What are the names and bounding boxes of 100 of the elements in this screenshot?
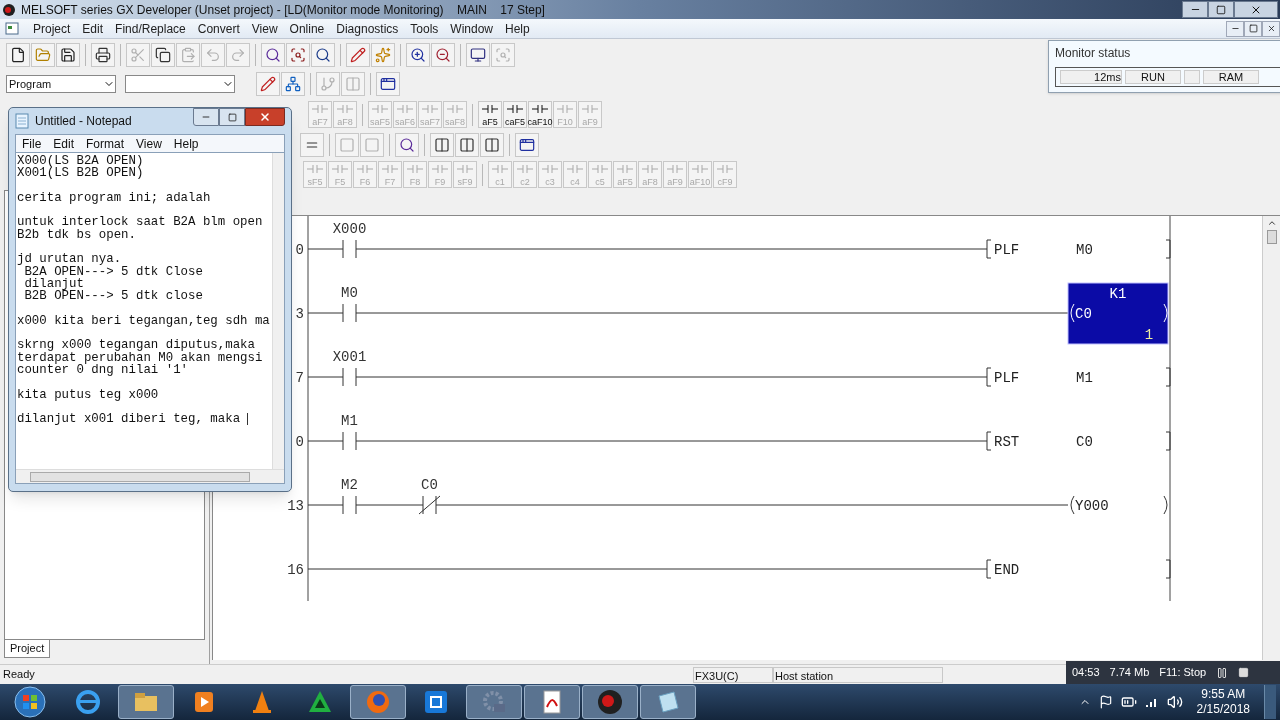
flag-icon[interactable] (1098, 695, 1113, 709)
toolbar-button[interactable] (376, 72, 400, 96)
menu-item[interactable]: Format (80, 134, 131, 153)
minimize-button[interactable] (1182, 1, 1208, 18)
toolbar-button[interactable] (261, 43, 285, 67)
ladder-symbol-icon (397, 104, 413, 114)
toolbar-button[interactable] (431, 43, 455, 67)
close-icon (259, 111, 271, 123)
ladder-symbol-icon (517, 164, 533, 174)
horizontal-scrollbar[interactable] (16, 469, 284, 483)
search-icon (265, 47, 281, 63)
operand-text: C0 (1076, 434, 1093, 450)
contact-label: X001 (332, 349, 367, 365)
ladder-symbol-icon (422, 104, 438, 114)
vertical-scrollbar[interactable] (1262, 216, 1280, 660)
mdi-window-button[interactable] (1262, 20, 1280, 37)
ladder-tool-button[interactable]: caF5 (503, 101, 527, 128)
menu-item[interactable]: Online (283, 19, 331, 38)
restore-button[interactable] (1208, 1, 1234, 18)
ladder-symbol-icon (407, 164, 423, 174)
scroll-thumb[interactable] (30, 471, 250, 482)
toolbar-button[interactable] (395, 132, 419, 157)
taskbar-app-button[interactable] (582, 685, 638, 719)
menu-item[interactable]: Find/Replace (109, 19, 192, 38)
step-number: 13 (287, 498, 304, 514)
instruction-text: PLF (994, 370, 1020, 386)
current-value: 1 (1144, 327, 1154, 343)
toolbar-button[interactable] (6, 43, 30, 67)
ladder-symbol-icon (692, 164, 708, 174)
magnifier-icon (495, 47, 511, 63)
setting-value: K1 (1109, 286, 1127, 302)
start-button[interactable] (14, 686, 46, 718)
menu-item[interactable]: Edit (76, 19, 110, 38)
ladder-symbol-icon (507, 104, 523, 114)
restore-icon (1216, 4, 1226, 15)
clock[interactable]: 9:55 AM 2/15/2018 (1190, 687, 1256, 717)
toolbar-button[interactable] (466, 43, 490, 67)
pencil-icon (350, 47, 366, 63)
step-number: 16 (287, 562, 304, 578)
minimize-button[interactable] (193, 108, 219, 126)
columns-icon (484, 136, 500, 153)
contact-label: M1 (341, 413, 358, 429)
vertical-scrollbar[interactable] (272, 153, 284, 469)
toolbar-button[interactable] (515, 132, 539, 157)
status-text: Ready (2, 667, 36, 683)
menu-item[interactable]: View (245, 19, 284, 38)
menu-item[interactable]: Diagnostics (330, 19, 405, 38)
toolbar-button[interactable] (406, 43, 430, 67)
ladder-symbol-icon (357, 164, 373, 174)
toolbar-button[interactable] (151, 43, 175, 67)
coil-right (1163, 495, 1168, 515)
ladder-symbol-icon (532, 104, 548, 114)
close-button[interactable] (245, 108, 285, 126)
ladder-symbol-icon (592, 164, 608, 174)
ladder-symbol-icon (447, 104, 463, 114)
square-icon (339, 136, 355, 153)
copy-icon (155, 47, 171, 63)
columns-icon (345, 76, 361, 92)
pause-icon[interactable] (1216, 666, 1229, 679)
ladder-tool-button[interactable]: aF5 (478, 101, 502, 128)
menu-item[interactable]: View (130, 134, 168, 153)
file-icon (10, 47, 26, 63)
menu-item[interactable]: Help (167, 134, 205, 153)
project-tab[interactable]: Project (4, 640, 51, 658)
scissors-icon (130, 47, 146, 63)
toolbar-button[interactable] (91, 43, 115, 67)
left-bracket (986, 239, 992, 259)
status-field: RAM (1203, 70, 1259, 84)
dropdown-field[interactable] (125, 75, 235, 93)
battery-icon[interactable] (1120, 694, 1137, 710)
left-bracket (986, 431, 992, 451)
menu-item[interactable]: Convert (191, 19, 246, 38)
zoom-in-icon (410, 47, 426, 63)
toolbar-button[interactable] (56, 43, 80, 67)
app-logo-icon (2, 2, 16, 17)
toolbar-button[interactable] (311, 43, 335, 67)
signal-icon[interactable] (1144, 696, 1159, 708)
status-field: RUN (1125, 70, 1181, 84)
ladder-symbol-icon (457, 164, 473, 174)
undo-icon (205, 47, 221, 63)
coil-right (1163, 303, 1168, 323)
ladder-symbol-icon (482, 104, 498, 114)
stop-icon[interactable] (1238, 667, 1250, 678)
menu-item[interactable]: File (16, 134, 48, 153)
menu-item[interactable]: Tools (404, 19, 445, 38)
magnifier-icon (290, 47, 306, 63)
right-bracket (1165, 559, 1171, 579)
step-number: 0 (295, 242, 304, 258)
program-select[interactable]: Program (6, 75, 116, 93)
scroll-thumb[interactable] (1266, 230, 1277, 244)
status-cell: Host station (773, 666, 943, 683)
menu-item[interactable]: Project (27, 19, 77, 38)
menu-item[interactable]: Window (444, 19, 499, 38)
menu-item[interactable]: Help (499, 19, 536, 38)
menu-item[interactable]: Edit (47, 134, 81, 153)
contact-label: M0 (341, 285, 358, 301)
right-bracket (1165, 239, 1171, 259)
speaker-icon[interactable] (1166, 694, 1183, 710)
maximize-button[interactable] (219, 108, 245, 126)
ladder-tool-button[interactable]: caF10 (528, 101, 552, 128)
